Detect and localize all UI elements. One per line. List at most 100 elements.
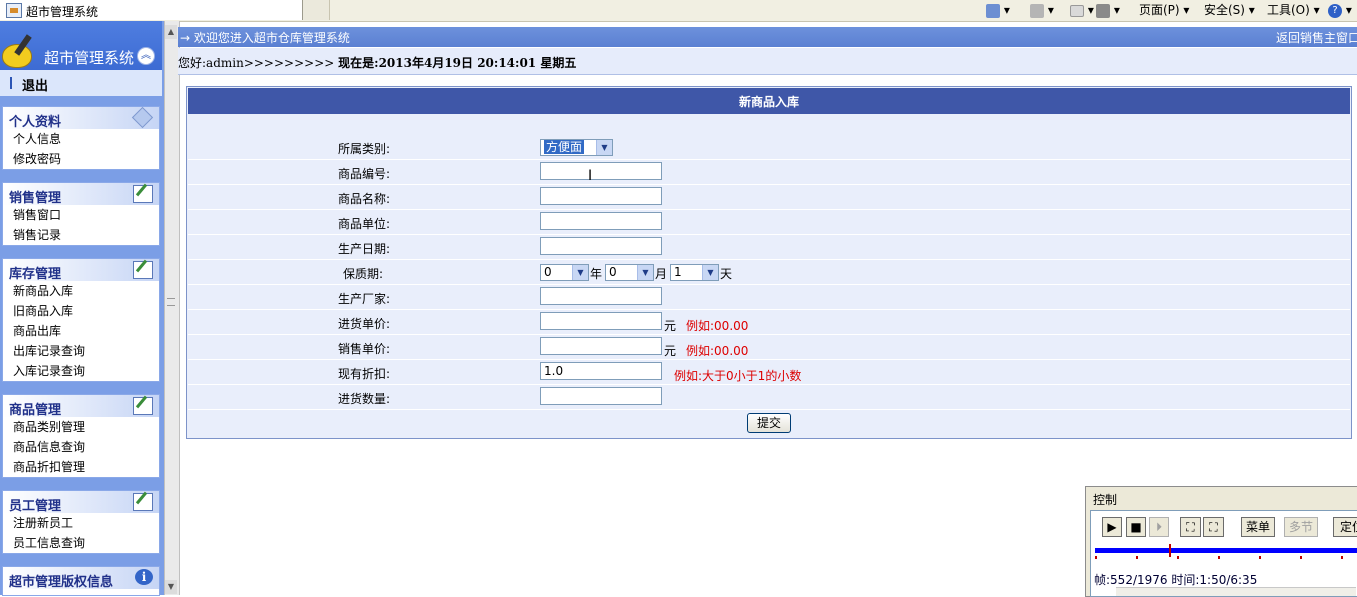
stop-button[interactable]: ■	[1126, 517, 1146, 537]
shelf-life-month-value: 0	[609, 265, 617, 279]
scroll-up-icon[interactable]: ▲	[165, 25, 177, 39]
new-tab-button[interactable]	[303, 0, 330, 20]
chevron-down-icon: ▼	[596, 140, 612, 155]
tools-menu[interactable]: 工具(O) ▾	[1267, 0, 1320, 20]
purchase-price-label: 进货单价:	[338, 317, 391, 331]
shelf-life-day-select[interactable]: 1 ▼	[670, 264, 719, 281]
multi-section-button[interactable]: 多节	[1284, 517, 1318, 537]
quantity-input[interactable]	[540, 387, 662, 405]
code-label: 商品编号:	[338, 167, 391, 181]
next-frame-button[interactable]: ⏵	[1149, 517, 1169, 537]
purchase-price-unit: 元	[664, 319, 677, 333]
submit-button[interactable]: 提交	[747, 413, 791, 433]
category-select[interactable]: 方便面 ▼	[540, 139, 613, 156]
name-input[interactable]	[540, 187, 662, 205]
feeds-button[interactable]: ▾	[1030, 0, 1054, 20]
welcome-text: → 欢迎您进入超市仓库管理系统	[180, 31, 350, 45]
group-title-inventory: 库存管理	[9, 267, 62, 282]
shelf-life-year-value: 0	[544, 265, 552, 279]
mail-button[interactable]: ▾	[1070, 0, 1094, 20]
year-unit: 年	[590, 267, 603, 281]
favicon-icon	[6, 3, 22, 18]
discount-input[interactable]: 1.0	[540, 362, 662, 380]
menu-item-new-stock-in[interactable]: 新商品入库	[3, 281, 159, 301]
discount-label: 现有折扣:	[338, 367, 391, 381]
current-time: 现在是:2013年4月19日 20:14:01 星期五	[338, 56, 577, 70]
greeting: 您好:admin>>>>>>>>> 现在是:2013年4月19日 20:14:0…	[178, 54, 576, 71]
shelf-life-label: 保质期:	[343, 267, 384, 281]
form-title: 新商品入库	[738, 95, 799, 109]
sale-price-input[interactable]	[540, 337, 662, 355]
group-title-products: 商品管理	[9, 403, 62, 418]
purchase-price-hint: 例如:00.00	[686, 319, 749, 333]
edit-note-icon	[133, 185, 153, 203]
home-icon	[986, 3, 1000, 18]
safety-menu[interactable]: 安全(S) ▾	[1204, 0, 1255, 20]
menu-item-stock-in-query[interactable]: 入库记录查询	[3, 361, 159, 381]
timeline-bar[interactable]	[1095, 548, 1357, 553]
menu-item-sales-window[interactable]: 销售窗口	[3, 205, 159, 225]
purchase-price-input[interactable]	[540, 312, 662, 330]
info-icon: i	[135, 569, 153, 585]
unit-label: 商品单位:	[338, 217, 391, 231]
locate-button[interactable]: 定位	[1333, 517, 1357, 537]
return-sales-link[interactable]: 返回销售主窗口	[1276, 29, 1357, 46]
row-divider	[188, 384, 1350, 385]
menu-button[interactable]: 菜单	[1241, 517, 1275, 537]
logout-link[interactable]: 退出	[22, 75, 48, 94]
menu-item-product-query[interactable]: 商品信息查询	[3, 437, 159, 457]
browser-tab[interactable]: 超市管理系统	[0, 0, 303, 20]
menu-item-sales-records[interactable]: 销售记录	[3, 225, 159, 245]
control-title: 控制	[1093, 493, 1118, 507]
quantity-label: 进货数量:	[338, 392, 391, 406]
row-divider	[188, 359, 1350, 360]
chevron-down-icon: ▼	[702, 265, 718, 280]
next-frame-icon: ⏵	[1155, 520, 1162, 534]
menu-item-discount-management[interactable]: 商品折扣管理	[3, 457, 159, 477]
mail-icon	[1070, 4, 1084, 17]
print-button[interactable]: ▾	[1096, 0, 1120, 20]
menu-group-products: 商品管理 商品类别管理 商品信息查询 商品折扣管理	[2, 394, 160, 478]
group-title-copyright[interactable]: 超市管理版权信息	[9, 571, 113, 590]
home-button[interactable]: ▾	[986, 0, 1010, 20]
menu-item-stock-out-query[interactable]: 出库记录查询	[3, 341, 159, 361]
menu-item-stock-out[interactable]: 商品出库	[3, 321, 159, 341]
category-label: 所属类别:	[338, 142, 391, 156]
row-divider	[188, 259, 1350, 260]
row-divider	[188, 159, 1350, 160]
shelf-life-year-select[interactable]: 0 ▼	[540, 264, 589, 281]
code-input[interactable]	[540, 162, 662, 180]
logout-marker	[10, 77, 12, 89]
menu-item-change-password[interactable]: 修改密码	[3, 149, 159, 169]
chevron-down-icon: ▼	[637, 265, 653, 280]
splitter-grip-icon[interactable]	[167, 298, 175, 306]
sidebar-title: 超市管理系统	[44, 49, 135, 67]
row-divider	[188, 184, 1350, 185]
help-button[interactable]: ? ▾	[1328, 0, 1352, 20]
row-divider	[188, 284, 1350, 285]
page-menu[interactable]: 页面(P) ▾	[1139, 0, 1189, 20]
menu-group-inventory: 库存管理 新商品入库 旧商品入库 商品出库 出库记录查询 入库记录查询	[2, 258, 160, 382]
shelf-life-month-select[interactable]: 0 ▼	[605, 264, 654, 281]
menu-item-personal-info[interactable]: 个人信息	[3, 129, 159, 149]
fullscreen-button[interactable]: ⛶	[1203, 517, 1224, 537]
menu-item-category-management[interactable]: 商品类别管理	[3, 417, 159, 437]
fit-window-button[interactable]: ⛶	[1180, 517, 1201, 537]
menu-item-staff-query[interactable]: 员工信息查询	[3, 533, 159, 553]
scroll-down-icon[interactable]: ▼	[165, 580, 177, 594]
group-title-profile: 个人资料	[9, 115, 62, 130]
manufacturer-input[interactable]	[540, 287, 662, 305]
play-button[interactable]: ▶	[1102, 517, 1122, 537]
safety-menu-label: 安全(S)	[1204, 3, 1245, 17]
tools-menu-label: 工具(O)	[1267, 3, 1310, 17]
production-date-input[interactable]	[540, 237, 662, 255]
unit-input[interactable]	[540, 212, 662, 230]
menu-item-register-staff[interactable]: 注册新员工	[3, 513, 159, 533]
month-unit: 月	[655, 267, 668, 281]
discount-hint: 例如:大于0小于1的小数	[674, 369, 802, 383]
menu-item-old-stock-in[interactable]: 旧商品入库	[3, 301, 159, 321]
greeting-user: 您好:admin>>>>>>>>>	[178, 56, 339, 70]
edit-note-icon	[133, 493, 153, 511]
frame-splitter[interactable]	[164, 21, 180, 595]
collapse-icon[interactable]: ︽	[137, 47, 155, 65]
